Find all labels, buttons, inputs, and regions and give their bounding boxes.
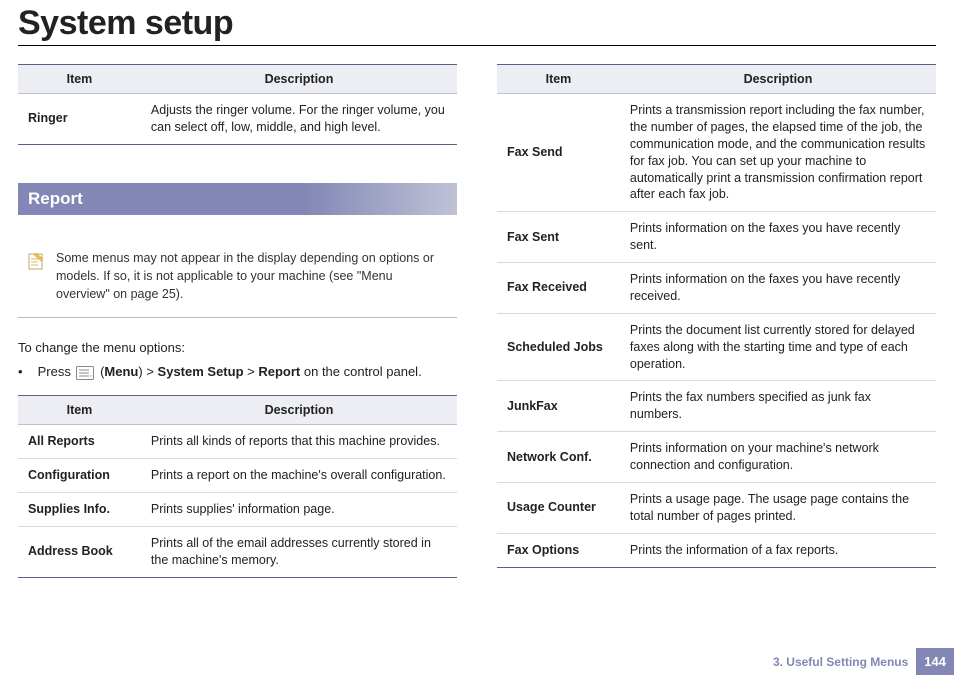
- footer-chapter: 3. Useful Setting Menus: [773, 655, 916, 669]
- th-desc: Description: [141, 65, 457, 94]
- th-desc: Description: [141, 396, 457, 425]
- page-title: System setup: [18, 4, 936, 43]
- table-row: Usage CounterPrints a usage page. The us…: [497, 482, 936, 533]
- cell-key: JunkFax: [497, 381, 620, 432]
- cell-val: Prints information on the faxes you have…: [620, 263, 936, 314]
- cell-key: Scheduled Jobs: [497, 313, 620, 381]
- table-row: JunkFaxPrints the fax numbers specified …: [497, 381, 936, 432]
- page-footer: 3. Useful Setting Menus 144: [773, 648, 954, 675]
- table-row: Fax ReceivedPrints information on the fa…: [497, 263, 936, 314]
- cell-key: All Reports: [18, 425, 141, 459]
- cell-val: Prints all of the email addresses curren…: [141, 526, 457, 577]
- gt2: >: [247, 364, 255, 379]
- intro-text: To change the menu options:: [18, 340, 457, 355]
- cell-key: Fax Options: [497, 533, 620, 567]
- cell-val: Adjusts the ringer volume. For the ringe…: [141, 94, 457, 145]
- step-suffix: on the control panel.: [300, 364, 421, 379]
- cell-key: Fax Send: [497, 94, 620, 212]
- cell-key: Network Conf.: [497, 432, 620, 483]
- left-column: Item Description Ringer Adjusts the ring…: [18, 64, 457, 578]
- footer-page-number: 144: [916, 648, 954, 675]
- note-text: Some menus may not appear in the display…: [56, 249, 449, 303]
- table-row: Ringer Adjusts the ringer volume. For th…: [18, 94, 457, 145]
- table-row: ConfigurationPrints a report on the mach…: [18, 459, 457, 493]
- step-seg2: Report: [258, 364, 300, 379]
- cell-val: Prints the information of a fax reports.: [620, 533, 936, 567]
- cell-key: Usage Counter: [497, 482, 620, 533]
- th-desc: Description: [620, 65, 936, 94]
- cell-val: Prints a report on the machine's overall…: [141, 459, 457, 493]
- cell-val: Prints the document list currently store…: [620, 313, 936, 381]
- cell-val: Prints a usage page. The usage page cont…: [620, 482, 936, 533]
- step-menu-label: Menu: [104, 364, 138, 379]
- cell-val: Prints a transmission report including t…: [620, 94, 936, 212]
- note-icon: [26, 251, 46, 271]
- step-seg1: System Setup: [158, 364, 244, 379]
- section-report-heading: Report: [18, 183, 457, 215]
- report-table: Item Description All ReportsPrints all k…: [18, 395, 457, 577]
- cell-key: Fax Sent: [497, 212, 620, 263]
- cell-val: Prints information on your machine's net…: [620, 432, 936, 483]
- ringer-table: Item Description Ringer Adjusts the ring…: [18, 64, 457, 145]
- cell-val: Prints all kinds of reports that this ma…: [141, 425, 457, 459]
- cell-key: Address Book: [18, 526, 141, 577]
- table-row: Fax SendPrints a transmission report inc…: [497, 94, 936, 212]
- cell-val: Prints information on the faxes you have…: [620, 212, 936, 263]
- cell-key: Configuration: [18, 459, 141, 493]
- table-row: Supplies Info.Prints supplies' informati…: [18, 493, 457, 527]
- step-prefix: Press: [38, 364, 75, 379]
- step-item: Press * (Menu) > System Setup > Report o…: [34, 363, 457, 381]
- step-list: Press * (Menu) > System Setup > Report o…: [34, 363, 457, 381]
- table-row: Fax OptionsPrints the information of a f…: [497, 533, 936, 567]
- cell-val: Prints the fax numbers specified as junk…: [620, 381, 936, 432]
- title-rule: [18, 45, 936, 46]
- svg-text:*: *: [90, 375, 92, 380]
- th-item: Item: [18, 396, 141, 425]
- cell-key: Fax Received: [497, 263, 620, 314]
- table-row: Address BookPrints all of the email addr…: [18, 526, 457, 577]
- menu-icon: *: [76, 366, 94, 380]
- table-row: Fax SentPrints information on the faxes …: [497, 212, 936, 263]
- table-row: All ReportsPrints all kinds of reports t…: [18, 425, 457, 459]
- cell-key: Supplies Info.: [18, 493, 141, 527]
- th-item: Item: [18, 65, 141, 94]
- note-box: Some menus may not appear in the display…: [18, 241, 457, 318]
- fax-table: Item Description Fax SendPrints a transm…: [497, 64, 936, 568]
- table-row: Network Conf.Prints information on your …: [497, 432, 936, 483]
- table-row: Scheduled JobsPrints the document list c…: [497, 313, 936, 381]
- right-column: Item Description Fax SendPrints a transm…: [497, 64, 936, 578]
- gt1: >: [146, 364, 154, 379]
- cell-val: Prints supplies' information page.: [141, 493, 457, 527]
- cell-key: Ringer: [18, 94, 141, 145]
- th-item: Item: [497, 65, 620, 94]
